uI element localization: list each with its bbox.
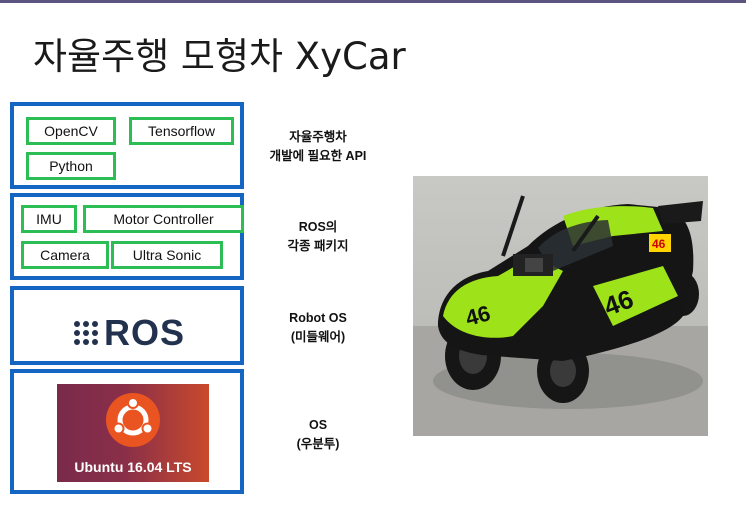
desc-packages-line2: 각종 패키지 bbox=[287, 239, 349, 253]
slide-title: 자율주행 모형차 XyCar bbox=[33, 35, 406, 78]
desc-os: OS (우분투) bbox=[250, 416, 386, 454]
desc-middleware-line2: (미들웨어) bbox=[290, 330, 346, 344]
layer-os: Ubuntu 16.04 LTS bbox=[10, 369, 244, 494]
layer-middleware: ROS bbox=[10, 286, 244, 365]
chip-ultra-sonic: Ultra Sonic bbox=[111, 241, 223, 269]
desc-packages-line1: ROS의 bbox=[298, 220, 338, 234]
desc-os-line2: (우분투) bbox=[296, 437, 340, 451]
desc-middleware-line1: Robot OS bbox=[289, 311, 347, 325]
chip-imu: IMU bbox=[21, 205, 77, 233]
xycar-photo: 46 46 46 bbox=[413, 176, 708, 436]
ubuntu-circle-of-friends-icon bbox=[106, 393, 160, 447]
desc-middleware: Robot OS (미들웨어) bbox=[250, 309, 386, 347]
desc-os-line1: OS bbox=[308, 418, 328, 432]
chip-python: Python bbox=[26, 152, 116, 180]
chip-tensorflow: Tensorflow bbox=[129, 117, 234, 145]
ros-logo-text: ROS bbox=[104, 312, 186, 353]
ubuntu-version-text: Ubuntu 16.04 LTS bbox=[74, 459, 192, 475]
ubuntu-logo: Ubuntu 16.04 LTS bbox=[57, 384, 209, 482]
ros-logo: ROS bbox=[74, 312, 185, 354]
desc-app-line1: 자율주행차 bbox=[289, 130, 347, 144]
top-rule bbox=[0, 0, 746, 3]
chip-motor-controller: Motor Controller bbox=[83, 205, 244, 233]
chip-opencv: OpenCV bbox=[26, 117, 116, 145]
car-number-roof: 46 bbox=[652, 237, 666, 251]
desc-app-line2: 개발에 필요한 API bbox=[269, 149, 367, 163]
desc-app-apis: 자율주행차 개발에 필요한 API bbox=[250, 128, 386, 166]
layer-app-apis: OpenCV Tensorflow Python bbox=[10, 102, 244, 189]
ros-dots-icon bbox=[74, 321, 98, 345]
desc-ros-packages: ROS의 각종 패키지 bbox=[250, 218, 386, 256]
layer-ros-packages: IMU Motor Controller Camera Ultra Sonic bbox=[10, 193, 244, 280]
chip-camera: Camera bbox=[21, 241, 109, 269]
